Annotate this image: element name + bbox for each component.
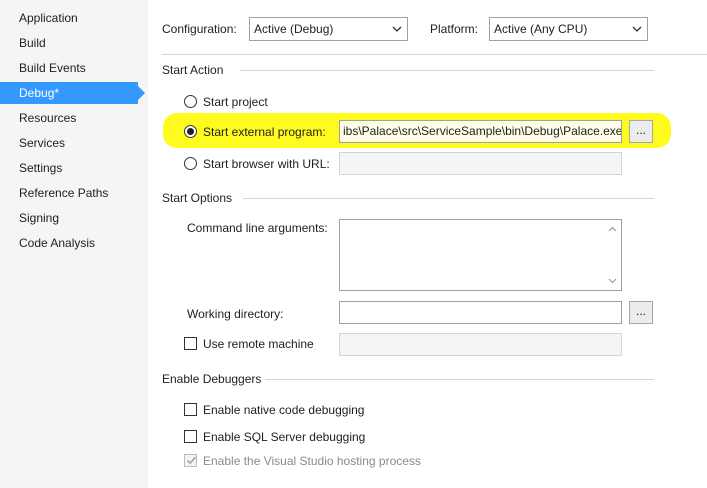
hosting-process-label: Enable the Visual Studio hosting process xyxy=(203,454,421,468)
start-browser-radio[interactable] xyxy=(184,157,197,170)
native-code-debugging-checkbox[interactable] xyxy=(184,403,197,416)
start-options-divider xyxy=(243,198,654,199)
start-options-title: Start Options xyxy=(162,191,233,205)
chevron-down-icon xyxy=(392,26,402,32)
start-project-radio[interactable] xyxy=(184,95,197,108)
header-divider xyxy=(162,54,707,55)
sidebar-item-build[interactable]: Build xyxy=(0,32,138,54)
browse-working-directory-button[interactable]: ... xyxy=(629,301,653,324)
command-line-arguments-input[interactable] xyxy=(339,219,622,291)
sidebar-item-signing[interactable]: Signing xyxy=(0,207,138,229)
working-directory-label: Working directory: xyxy=(187,307,284,321)
platform-label: Platform: xyxy=(430,22,479,36)
remote-machine-input[interactable] xyxy=(339,333,622,356)
sidebar-item-build-events[interactable]: Build Events xyxy=(0,57,138,79)
sidebar-item-reference-paths[interactable]: Reference Paths xyxy=(0,182,138,204)
start-external-program-label: Start external program: xyxy=(203,125,326,139)
sidebar-item-resources[interactable]: Resources xyxy=(0,107,138,129)
chevron-down-icon xyxy=(632,26,642,32)
sql-server-debugging-label: Enable SQL Server debugging xyxy=(203,430,366,444)
start-action-divider xyxy=(240,70,654,71)
checkmark-icon xyxy=(186,456,197,465)
native-code-debugging-label: Enable native code debugging xyxy=(203,403,365,417)
platform-value: Active (Any CPU) xyxy=(494,22,588,36)
scroll-down-icon[interactable] xyxy=(608,278,617,284)
configuration-value: Active (Debug) xyxy=(254,22,334,36)
command-line-label: Command line arguments: xyxy=(187,221,328,235)
configuration-dropdown[interactable]: Active (Debug) xyxy=(249,17,408,41)
project-properties-sidebar: Application Build Build Events Debug* Re… xyxy=(0,0,148,488)
working-directory-input[interactable] xyxy=(339,301,622,324)
hosting-process-checkbox[interactable] xyxy=(184,454,197,467)
sidebar-item-debug[interactable]: Debug* xyxy=(0,82,145,104)
sidebar-item-code-analysis[interactable]: Code Analysis xyxy=(0,232,138,254)
enable-debuggers-title: Enable Debuggers xyxy=(162,372,262,386)
browser-url-input[interactable] xyxy=(339,152,622,175)
start-browser-label: Start browser with URL: xyxy=(203,157,330,171)
sidebar-item-services[interactable]: Services xyxy=(0,132,138,154)
command-line-scrollbar[interactable] xyxy=(604,220,621,290)
use-remote-machine-label: Use remote machine xyxy=(203,337,314,351)
debug-properties-panel: Configuration: Active (Debug) Platform: … xyxy=(148,0,707,488)
configuration-label: Configuration: xyxy=(162,22,237,36)
start-external-program-radio[interactable] xyxy=(184,125,197,138)
sql-server-debugging-checkbox[interactable] xyxy=(184,430,197,443)
start-action-title: Start Action xyxy=(162,63,224,77)
enable-debuggers-divider xyxy=(265,379,654,380)
sidebar-item-application[interactable]: Application xyxy=(0,7,138,29)
use-remote-machine-checkbox[interactable] xyxy=(184,337,197,350)
start-project-label: Start project xyxy=(203,95,268,109)
platform-dropdown[interactable]: Active (Any CPU) xyxy=(489,17,648,41)
sidebar-item-settings[interactable]: Settings xyxy=(0,157,138,179)
external-program-path-input[interactable]: ibs\Palace\src\ServiceSample\bin\Debug\P… xyxy=(339,120,622,143)
scroll-up-icon[interactable] xyxy=(608,226,617,232)
browse-external-program-button[interactable]: ... xyxy=(629,120,653,143)
